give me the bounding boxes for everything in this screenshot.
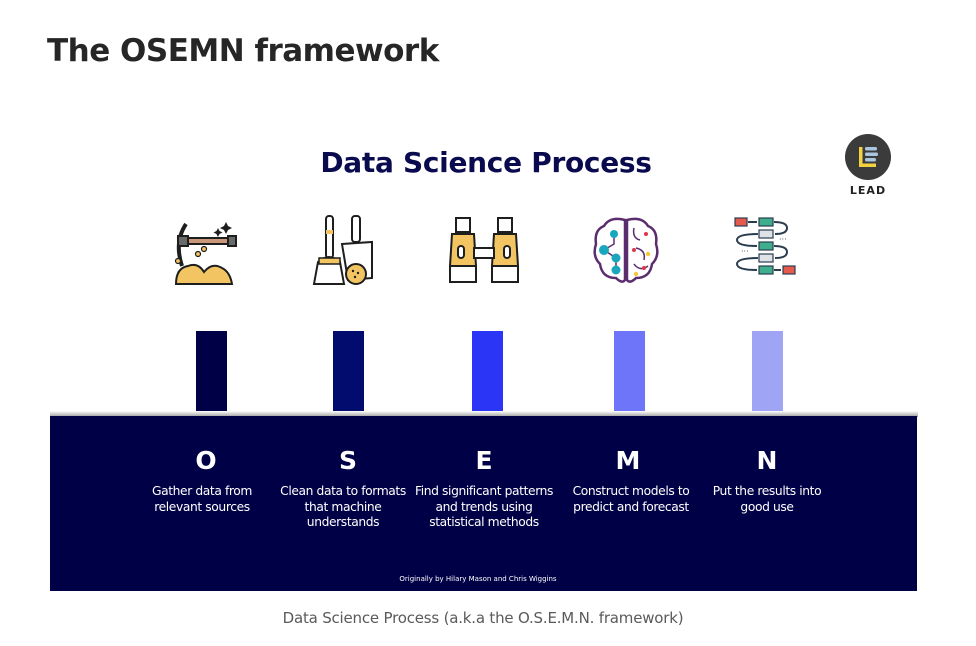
step-label-interpret: INTERPRET [730, 307, 792, 321]
step-description-line: Gather data from [151, 484, 253, 498]
chevron-row [0, 0, 976, 37]
lead-logo-label: LEAD [849, 184, 887, 197]
step-stem-scrub [333, 331, 364, 417]
step-letter-s: S [338, 446, 357, 475]
step-description-line: Put the results into [712, 484, 822, 498]
step-description-line: and trends using [435, 499, 533, 514]
step-description-line: relevant sources [154, 499, 250, 514]
step-description-interpret: Put the results into good use [692, 484, 842, 515]
step-description-line: that machine [304, 499, 382, 514]
step-stem-interpret [752, 331, 783, 417]
flowchart-icon: ··· ··· [731, 214, 803, 286]
step-stem-explore [472, 331, 503, 417]
step-description-line: Construct models to [572, 484, 690, 498]
brain-network-icon [590, 214, 662, 286]
step-label-scrub: SCRUB [325, 307, 365, 321]
svg-text:···: ··· [779, 235, 787, 244]
step-description-line: Clean data to formats [280, 484, 406, 498]
svg-text:···: ··· [741, 247, 749, 256]
step-description-line: good use [740, 499, 794, 514]
step-description-line: statistical methods [429, 515, 539, 529]
step-description-scrub: Clean data to formats that machine underst… [268, 484, 418, 531]
step-description-line: Find significant patterns [414, 484, 554, 498]
diagram-credit: Originally by Hilary Mason and Chris Wig… [399, 575, 557, 583]
step-letter-e: E [475, 446, 493, 475]
step-label-obtain: OBTAIN [185, 307, 227, 321]
step-description-line: understands [306, 515, 380, 529]
step-stem-obtain [196, 331, 227, 417]
lead-logo: LEAD [844, 134, 892, 197]
step-description-obtain: Gather data from relevant sources [127, 484, 277, 515]
step-description-line: predict and forecast [573, 499, 689, 514]
binoculars-icon [448, 214, 520, 286]
broom-dustpan-icon [310, 214, 382, 286]
step-label-model: MODEL [601, 307, 643, 321]
lead-logo-icon [845, 134, 891, 180]
step-letter-o: O [195, 446, 217, 475]
step-description-model: Construct models to predict and forecast [556, 484, 706, 515]
step-letter-m: M [615, 446, 641, 475]
diagram-title: Data Science Process [320, 146, 652, 179]
osemn-diagram: Data Science Process LEAD ··· ··· OBTAIN… [0, 0, 976, 646]
pickaxe-icon [168, 214, 240, 286]
step-description-explore: Find significant patterns and trends usin… [409, 484, 559, 531]
step-letter-n: N [756, 446, 778, 475]
step-label-explore: EXPLORE [458, 307, 510, 321]
figure-caption: Data Science Process (a.k.a the O.S.E.M.… [282, 609, 684, 627]
step-stem-model [614, 331, 645, 417]
